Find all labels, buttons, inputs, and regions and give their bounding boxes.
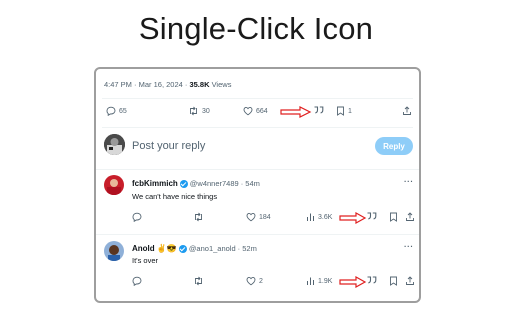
reply-action[interactable]: 65 (106, 106, 127, 116)
avatar[interactable] (104, 134, 125, 155)
user-avatar-image (104, 175, 124, 195)
repost-icon (195, 212, 202, 222)
share-action[interactable] (405, 212, 415, 222)
views-count: 3.6K (318, 213, 333, 221)
reply-action[interactable] (132, 276, 142, 286)
quote-action[interactable] (366, 211, 378, 221)
author-name[interactable]: fcbKimmich (132, 179, 178, 188)
heart-icon (246, 212, 256, 222)
author-name[interactable]: Anold ✌️😎 (132, 244, 177, 253)
red-arrow-annotation (339, 212, 367, 224)
reply-actions: 2 1.9K (96, 276, 419, 290)
bookmark-icon (390, 276, 397, 286)
avatar[interactable] (104, 175, 124, 195)
reply-count: 65 (119, 107, 127, 115)
quote-icon (314, 106, 324, 114)
more-options-icon[interactable]: ··· (404, 177, 414, 186)
quote-icon (367, 276, 377, 284)
views-label: Views (209, 80, 232, 89)
divider (96, 234, 419, 235)
quote-action[interactable] (313, 105, 325, 115)
tweet-timestamp: 4:47 PM · Mar 16, 2024 · (104, 80, 190, 89)
bookmark-action[interactable] (389, 212, 398, 222)
reply-input[interactable]: Post your reply (132, 140, 205, 152)
verified-badge-icon (178, 244, 187, 253)
reply-time[interactable]: · 54m (241, 179, 260, 188)
tweet-meta: 4:47 PM · Mar 16, 2024 · 35.8K Views (104, 80, 231, 89)
like-count: 184 (259, 213, 271, 221)
avatar[interactable] (104, 241, 124, 261)
views-action[interactable]: 1.9K (306, 276, 332, 286)
like-count: 2 (259, 277, 263, 285)
comment-icon (106, 106, 116, 116)
views-count: 1.9K (318, 277, 333, 285)
author-handle[interactable]: @ano1_anold (189, 244, 236, 253)
repost-action[interactable] (193, 212, 204, 222)
analytics-icon (307, 277, 314, 285)
heart-icon (243, 106, 253, 116)
share-action[interactable] (405, 276, 415, 286)
share-icon (403, 106, 411, 115)
share-icon (406, 212, 414, 221)
reply-author: fcbKimmich @w4nner7489 · 54m (132, 179, 260, 188)
reply-actions: 184 3.6K (96, 212, 419, 226)
like-action[interactable]: 2 (246, 276, 263, 286)
divider (102, 127, 413, 128)
bookmark-action[interactable]: 1 (336, 106, 352, 116)
like-action[interactable]: 664 (243, 106, 268, 116)
bookmark-icon (337, 106, 344, 116)
tweet-panel: 4:47 PM · Mar 16, 2024 · 35.8K Views 65 … (94, 67, 421, 303)
more-options-icon[interactable]: ··· (404, 242, 414, 251)
bookmark-count: 1 (348, 107, 352, 115)
verified-badge-icon (179, 179, 188, 188)
quote-icon (367, 212, 377, 220)
reply-text: It's over (132, 256, 159, 265)
repost-count: 30 (202, 107, 210, 115)
red-arrow-annotation (280, 106, 312, 118)
reply-button[interactable]: Reply (375, 137, 413, 155)
share-icon (406, 276, 414, 285)
quote-action[interactable] (366, 275, 378, 285)
share-action[interactable] (402, 106, 412, 116)
reply-author: Anold ✌️😎 @ano1_anold · 52m (132, 244, 257, 253)
user-avatar-image (104, 134, 125, 155)
like-count: 664 (256, 107, 268, 115)
user-avatar-image (104, 241, 124, 261)
comment-icon (132, 212, 142, 222)
reply-time[interactable]: · 52m (238, 244, 257, 253)
repost-action[interactable]: 30 (188, 106, 210, 116)
reply-text: We can't have nice things (132, 192, 218, 201)
repost-icon (195, 276, 202, 286)
views-count: 35.8K (189, 80, 210, 89)
analytics-icon (307, 213, 314, 221)
repost-icon (190, 106, 197, 116)
bookmark-icon (390, 212, 397, 222)
tweet-actions: 65 30 664 1 (96, 106, 419, 120)
bookmark-action[interactable] (389, 276, 398, 286)
views-action[interactable]: 3.6K (306, 212, 332, 222)
divider (102, 98, 413, 99)
author-handle[interactable]: @w4nner7489 (190, 179, 239, 188)
repost-action[interactable] (193, 276, 204, 286)
page-title: Single-Click Icon (138, 11, 374, 46)
like-action[interactable]: 184 (246, 212, 271, 222)
red-arrow-annotation (339, 276, 367, 288)
divider (96, 169, 419, 170)
comment-icon (132, 276, 142, 286)
reply-action[interactable] (132, 212, 142, 222)
heart-icon (246, 276, 256, 286)
